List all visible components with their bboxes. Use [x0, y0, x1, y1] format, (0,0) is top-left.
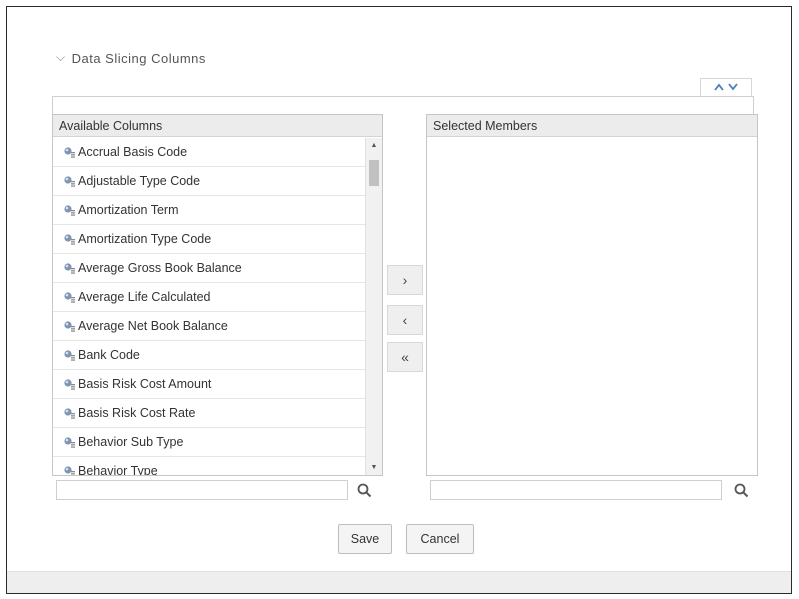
column-icon [63, 464, 77, 475]
column-icon [63, 290, 77, 304]
filter-bar[interactable] [52, 96, 754, 114]
list-item[interactable]: Basis Risk Cost Amount [53, 370, 365, 399]
list-item-label: Behavior Type [78, 464, 158, 475]
save-button[interactable]: Save [338, 524, 392, 554]
list-item[interactable]: Adjustable Type Code [53, 167, 365, 196]
cancel-button[interactable]: Cancel [406, 524, 474, 554]
column-icon [63, 377, 77, 391]
search-icon[interactable] [732, 481, 750, 499]
selected-search-input[interactable] [430, 480, 722, 500]
available-scrollbar[interactable]: ▲ ▼ [365, 138, 382, 475]
column-icon [63, 348, 77, 362]
selected-members-header: Selected Members [427, 115, 757, 137]
list-item[interactable]: Basis Risk Cost Rate [53, 399, 365, 428]
chevron-down-icon: ⌵ [56, 49, 66, 64]
chevron-up-icon[interactable] [714, 83, 724, 94]
move-all-left-button[interactable]: « [387, 342, 423, 372]
sort-controls [700, 78, 752, 98]
list-item-label: Average Net Book Balance [78, 319, 228, 333]
section-title: Data Slicing Columns [71, 50, 206, 66]
column-icon [63, 203, 77, 217]
list-item[interactable]: Average Life Calculated [53, 283, 365, 312]
list-item[interactable]: Average Gross Book Balance [53, 254, 365, 283]
list-item-label: Amortization Term [78, 203, 179, 217]
scrollbar-thumb[interactable] [369, 160, 379, 186]
available-columns-list[interactable]: Available Columns Accrual Basis Code Adju… [52, 114, 383, 476]
scroll-down-icon[interactable]: ▼ [366, 464, 382, 471]
list-item[interactable]: Average Net Book Balance [53, 312, 365, 341]
search-icon[interactable] [355, 481, 373, 499]
column-icon [63, 435, 77, 449]
column-icon [63, 261, 77, 275]
chevron-down-icon[interactable] [728, 82, 738, 94]
list-item[interactable]: Bank Code [53, 341, 365, 370]
list-item-label: Amortization Type Code [78, 232, 212, 246]
selected-members-list[interactable]: Selected Members [426, 114, 758, 476]
available-columns-body: Accrual Basis Code Adjustable Type Code Am… [53, 138, 365, 475]
list-item-label: Behavior Sub Type [78, 435, 184, 449]
list-item-label: Accrual Basis Code [78, 145, 188, 159]
column-icon [63, 174, 77, 188]
list-item[interactable]: Amortization Type Code [53, 225, 365, 254]
list-item[interactable]: Behavior Sub Type [53, 428, 365, 457]
move-right-button[interactable]: › [387, 265, 423, 295]
scroll-up-icon[interactable]: ▲ [366, 142, 382, 149]
list-item-label: Average Life Calculated [78, 290, 211, 304]
footer-strip [7, 571, 791, 593]
list-item-label: Bank Code [78, 348, 140, 362]
move-left-button[interactable]: ‹ [387, 305, 423, 335]
list-item[interactable]: Accrual Basis Code [53, 138, 365, 167]
available-search-input[interactable] [56, 480, 348, 500]
column-icon [63, 232, 77, 246]
list-item-label: Basis Risk Cost Amount [78, 377, 212, 391]
list-item[interactable]: Amortization Term [53, 196, 365, 225]
available-columns-header: Available Columns [53, 115, 382, 137]
section-header[interactable]: ⌵ Data Slicing Columns [56, 48, 206, 68]
column-icon [63, 406, 77, 420]
list-item[interactable]: Behavior Type [53, 457, 365, 475]
column-icon [63, 145, 77, 159]
list-item-label: Average Gross Book Balance [78, 261, 242, 275]
list-item-label: Basis Risk Cost Rate [78, 406, 196, 420]
list-item-label: Adjustable Type Code [78, 174, 201, 188]
column-icon [63, 319, 77, 333]
